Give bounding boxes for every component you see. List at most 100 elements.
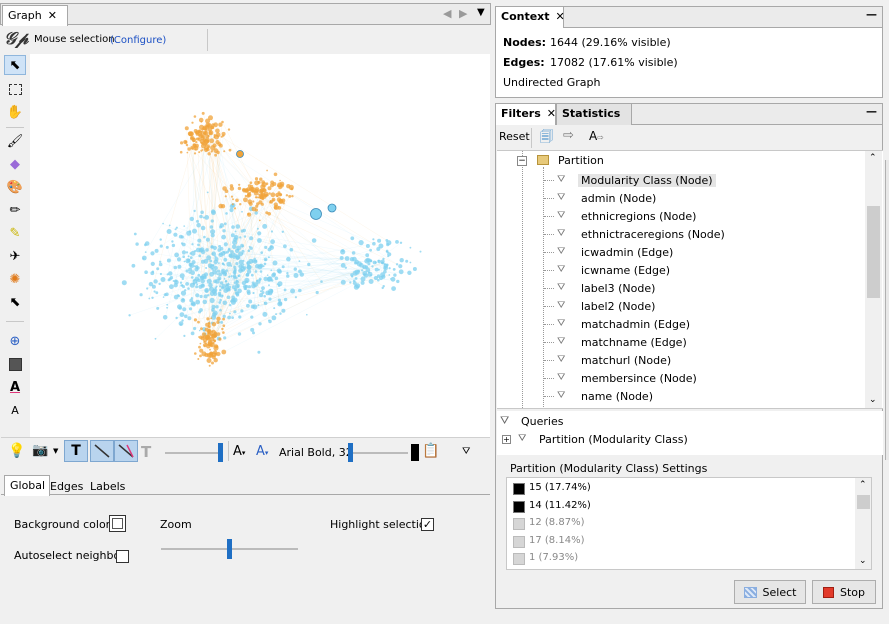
scroll-thumb[interactable]	[867, 206, 880, 298]
filter-item[interactable]: ⛛ Modularity Class (Node)	[497, 172, 865, 190]
partition-color-swatch[interactable]	[513, 553, 525, 565]
font-label[interactable]: Arial Bold, 32	[279, 446, 353, 459]
filter-item[interactable]: ⛛ label2 (Node)	[497, 298, 865, 316]
collapse-icon[interactable]: −	[517, 156, 527, 166]
filter-item[interactable]: ⛛ icwname (Edge)	[497, 262, 865, 280]
partition-color-swatch[interactable]	[513, 500, 525, 513]
tab-menu-icon[interactable]: ▼	[477, 7, 485, 18]
tab-statistics[interactable]: Statistics	[556, 104, 632, 125]
scroll-up-icon[interactable]: ⌃	[869, 153, 877, 163]
filter-item[interactable]: ⛛ label3 (Node)	[497, 280, 865, 298]
partition-row[interactable]: 14 (11.42%)	[513, 499, 843, 516]
tab-graph[interactable]: Graph ✕	[2, 5, 68, 26]
direct-selection-icon[interactable]: ⬉	[4, 55, 26, 75]
diamond-icon[interactable]: ◆	[4, 154, 26, 174]
screenshot-icon[interactable]: 📷	[32, 443, 48, 458]
scroll-thumb[interactable]	[857, 495, 870, 509]
edge-size-slider-thumb[interactable]	[218, 443, 223, 462]
drag-hand-icon[interactable]: ✋	[4, 102, 26, 122]
tab-filters[interactable]: Filters ✕	[496, 104, 556, 125]
background-color-icon[interactable]	[4, 354, 26, 374]
stop-button[interactable]: Stop	[812, 580, 876, 604]
screenshot-dropdown-icon[interactable]: ▼	[53, 447, 58, 455]
zoom-slider-thumb[interactable]	[227, 539, 232, 559]
filter-item[interactable]: ⛛ icwadmin (Edge)	[497, 244, 865, 262]
partition-color-swatch[interactable]	[513, 535, 525, 548]
pencil-icon[interactable]: ✏	[4, 200, 26, 220]
filter-item[interactable]: ⛛ ethnicregions (Node)	[497, 208, 865, 226]
folder-icon	[537, 155, 549, 165]
query-item[interactable]: Partition (Modularity Class)	[539, 433, 688, 446]
autoselect-neighbor-checkbox[interactable]	[116, 550, 129, 563]
filter-item[interactable]: ⛛ name (Node)	[497, 388, 865, 406]
partition-row[interactable]: 15 (17.74%)	[513, 481, 843, 498]
tab-scroll-left-icon[interactable]: ◀	[443, 7, 451, 20]
highlight-selection-checkbox[interactable]: ✓	[421, 518, 434, 531]
text-search-icon[interactable]: A⇨	[589, 129, 604, 143]
background-color-button[interactable]	[109, 515, 126, 532]
filter-library-icon[interactable]: 🗐	[540, 128, 553, 150]
tab-edges[interactable]: Edges	[50, 480, 83, 493]
center-zoom-icon[interactable]: ⊕	[4, 331, 26, 351]
edit-cursor-icon[interactable]: ⬉	[4, 292, 26, 312]
graph-canvas[interactable]	[30, 54, 490, 437]
heat-map-icon[interactable]: ✺	[4, 269, 26, 289]
graph-panel: Graph ✕ ◀ ▶ ▼ 𝒢𝓅 Mouse selection (Configu…	[0, 3, 491, 609]
partition-label: 15 (17.74%)	[529, 482, 591, 493]
export-filter-icon[interactable]: ⇨	[563, 128, 574, 143]
label-text-icon[interactable]: T	[141, 443, 151, 461]
minimize-icon[interactable]: —	[866, 105, 877, 118]
tab-global[interactable]: Global	[4, 475, 51, 496]
label-color-icon[interactable]: A	[4, 377, 26, 397]
background-color-label: Background color:	[14, 518, 114, 531]
filter-item[interactable]: ⛛ ethnictraceregions (Node)	[497, 226, 865, 244]
partition-row[interactable]: 12 (8.87%)	[513, 516, 843, 533]
filter-item[interactable]: ⛛ membersince (Node)	[497, 370, 865, 388]
filter-item[interactable]: ⛛ matchadmin (Edge)	[497, 316, 865, 334]
light-bulb-icon[interactable]: 💡	[8, 443, 25, 459]
configure-link[interactable]: (Configure)	[110, 35, 166, 46]
partition-row[interactable]: 17 (8.14%)	[513, 534, 843, 551]
expand-settings-icon[interactable]: ⛛	[462, 446, 470, 457]
edge-color-toggle[interactable]	[114, 440, 138, 462]
scroll-up-icon[interactable]: ⌃	[859, 480, 867, 490]
brush-icon[interactable]: 🖌	[4, 131, 26, 151]
rectangle-selection-icon[interactable]	[4, 79, 26, 99]
partition-color-swatch[interactable]	[513, 483, 525, 495]
edge-pencil-icon[interactable]: ✎	[4, 223, 26, 243]
clipboard-icon[interactable]: 📋	[422, 443, 439, 459]
font-color-icon[interactable]: A▾	[256, 444, 268, 459]
show-labels-toggle[interactable]: T	[64, 440, 88, 462]
tab-scroll-right-icon[interactable]: ▶	[459, 7, 467, 20]
label-size-slider-thumb[interactable]	[348, 443, 353, 462]
partition-row[interactable]: 1 (7.93%)	[513, 551, 843, 568]
close-icon[interactable]: ✕	[48, 9, 57, 22]
select-button[interactable]: Select	[734, 580, 806, 604]
partition-scrollbar[interactable]: ⌃ ⌄	[855, 478, 871, 569]
close-icon[interactable]: ✕	[556, 10, 565, 23]
filter-item[interactable]: ⛛ matchname (Edge)	[497, 334, 865, 352]
scroll-down-icon[interactable]: ⌄	[869, 395, 877, 405]
font-size-icon[interactable]: A▾	[233, 444, 245, 459]
palette-icon[interactable]: 🎨	[4, 177, 26, 197]
close-icon[interactable]: ✕	[547, 107, 556, 120]
label-color-swatch[interactable]	[411, 444, 419, 461]
label-size-icon[interactable]: A	[4, 400, 26, 420]
edge-size-slider-track[interactable]	[165, 452, 223, 454]
filter-tree-scrollbar[interactable]: ⌃ ⌄	[865, 151, 882, 408]
scroll-down-icon[interactable]: ⌄	[859, 556, 867, 566]
filter-item[interactable]: ⛛ matchurl (Node)	[497, 352, 865, 370]
expand-query-icon[interactable]: +	[502, 435, 511, 444]
filter-item[interactable]: ⛛ admin (Node)	[497, 190, 865, 208]
partition-color-swatch[interactable]	[513, 518, 525, 530]
tab-labels[interactable]: Labels	[90, 480, 125, 493]
edges-toggle-icon[interactable]	[90, 440, 114, 462]
filter-item[interactable]: ⛛ note (Node)	[497, 406, 865, 408]
label-size-slider-track[interactable]	[348, 452, 408, 454]
partition-folder[interactable]: Partition	[558, 154, 604, 167]
reset-button[interactable]: Reset	[499, 130, 530, 143]
tab-context[interactable]: Context ✕	[496, 7, 565, 28]
shortest-path-icon[interactable]: ✈	[4, 246, 26, 266]
tree-connector	[544, 324, 554, 325]
minimize-icon[interactable]: —	[866, 8, 877, 21]
